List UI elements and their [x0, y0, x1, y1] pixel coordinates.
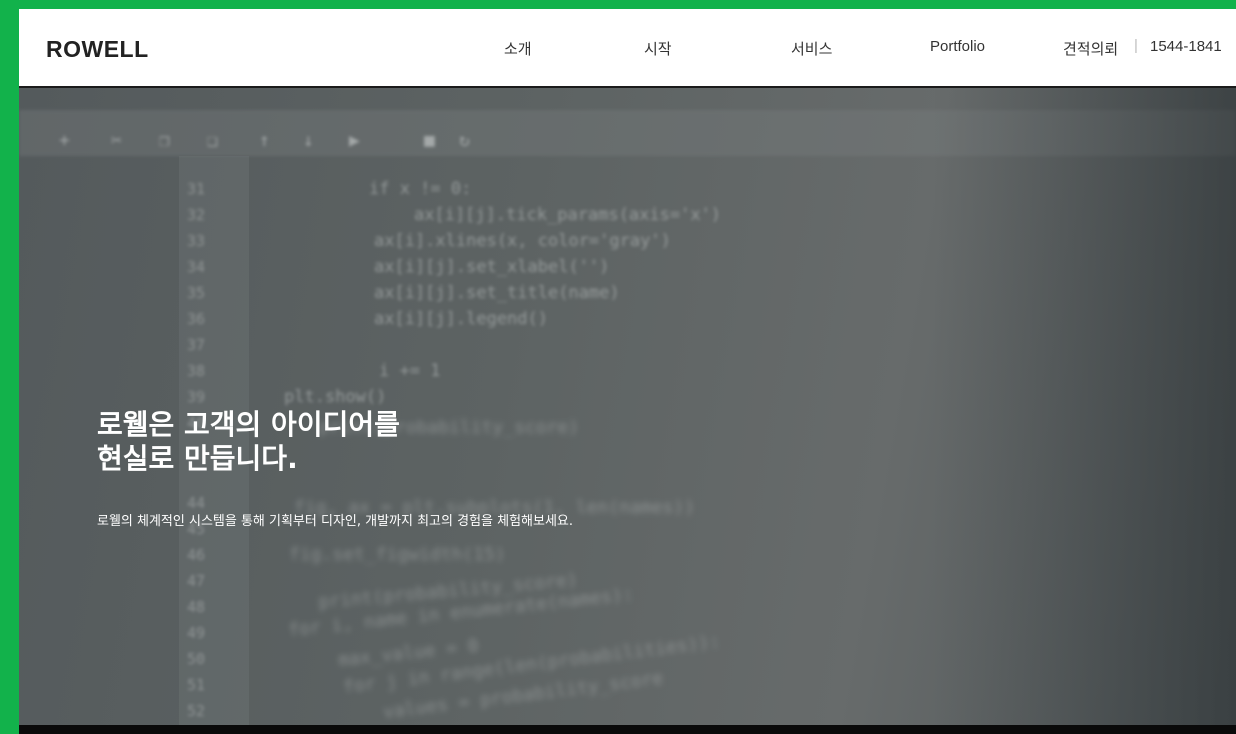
nav-item-service[interactable]: 서비스: [791, 38, 832, 59]
nav-item-start[interactable]: 시작: [644, 38, 672, 59]
nav-item-estimate[interactable]: 견적의뢰: [1063, 38, 1118, 59]
site-header: ROWELL 소개 시작 서비스 Portfolio 견적의뢰 | 1544-1…: [19, 9, 1236, 88]
nav-divider: |: [1134, 37, 1138, 54]
hero-section: + ✂ ❐ ❏ ↑ ↓ ▶ ■ ↻ 313233 343536 373839 4…: [19, 88, 1236, 725]
hero-background-image: + ✂ ❐ ❏ ↑ ↓ ▶ ■ ↻ 313233 343536 373839 4…: [19, 88, 1236, 725]
hero-title-line-2: 현실로 만듭니다.: [97, 442, 298, 475]
bottom-bar: [19, 725, 1236, 734]
site-logo[interactable]: ROWELL: [46, 36, 149, 63]
page-frame: ROWELL 소개 시작 서비스 Portfolio 견적의뢰 | 1544-1…: [19, 9, 1236, 734]
hero-title: 로웰은 고객의 아이디어를 현실로 만듭니다.: [97, 408, 400, 476]
nav-item-intro[interactable]: 소개: [504, 38, 532, 59]
phone-number[interactable]: 1544-1841: [1150, 38, 1222, 55]
hero-subtitle: 로웰의 체계적인 시스템을 통해 기획부터 디자인, 개발까지 최고의 경험을 …: [97, 514, 574, 529]
nav-item-portfolio[interactable]: Portfolio: [930, 38, 985, 55]
hero-title-line-1: 로웰은 고객의 아이디어를: [97, 408, 400, 441]
